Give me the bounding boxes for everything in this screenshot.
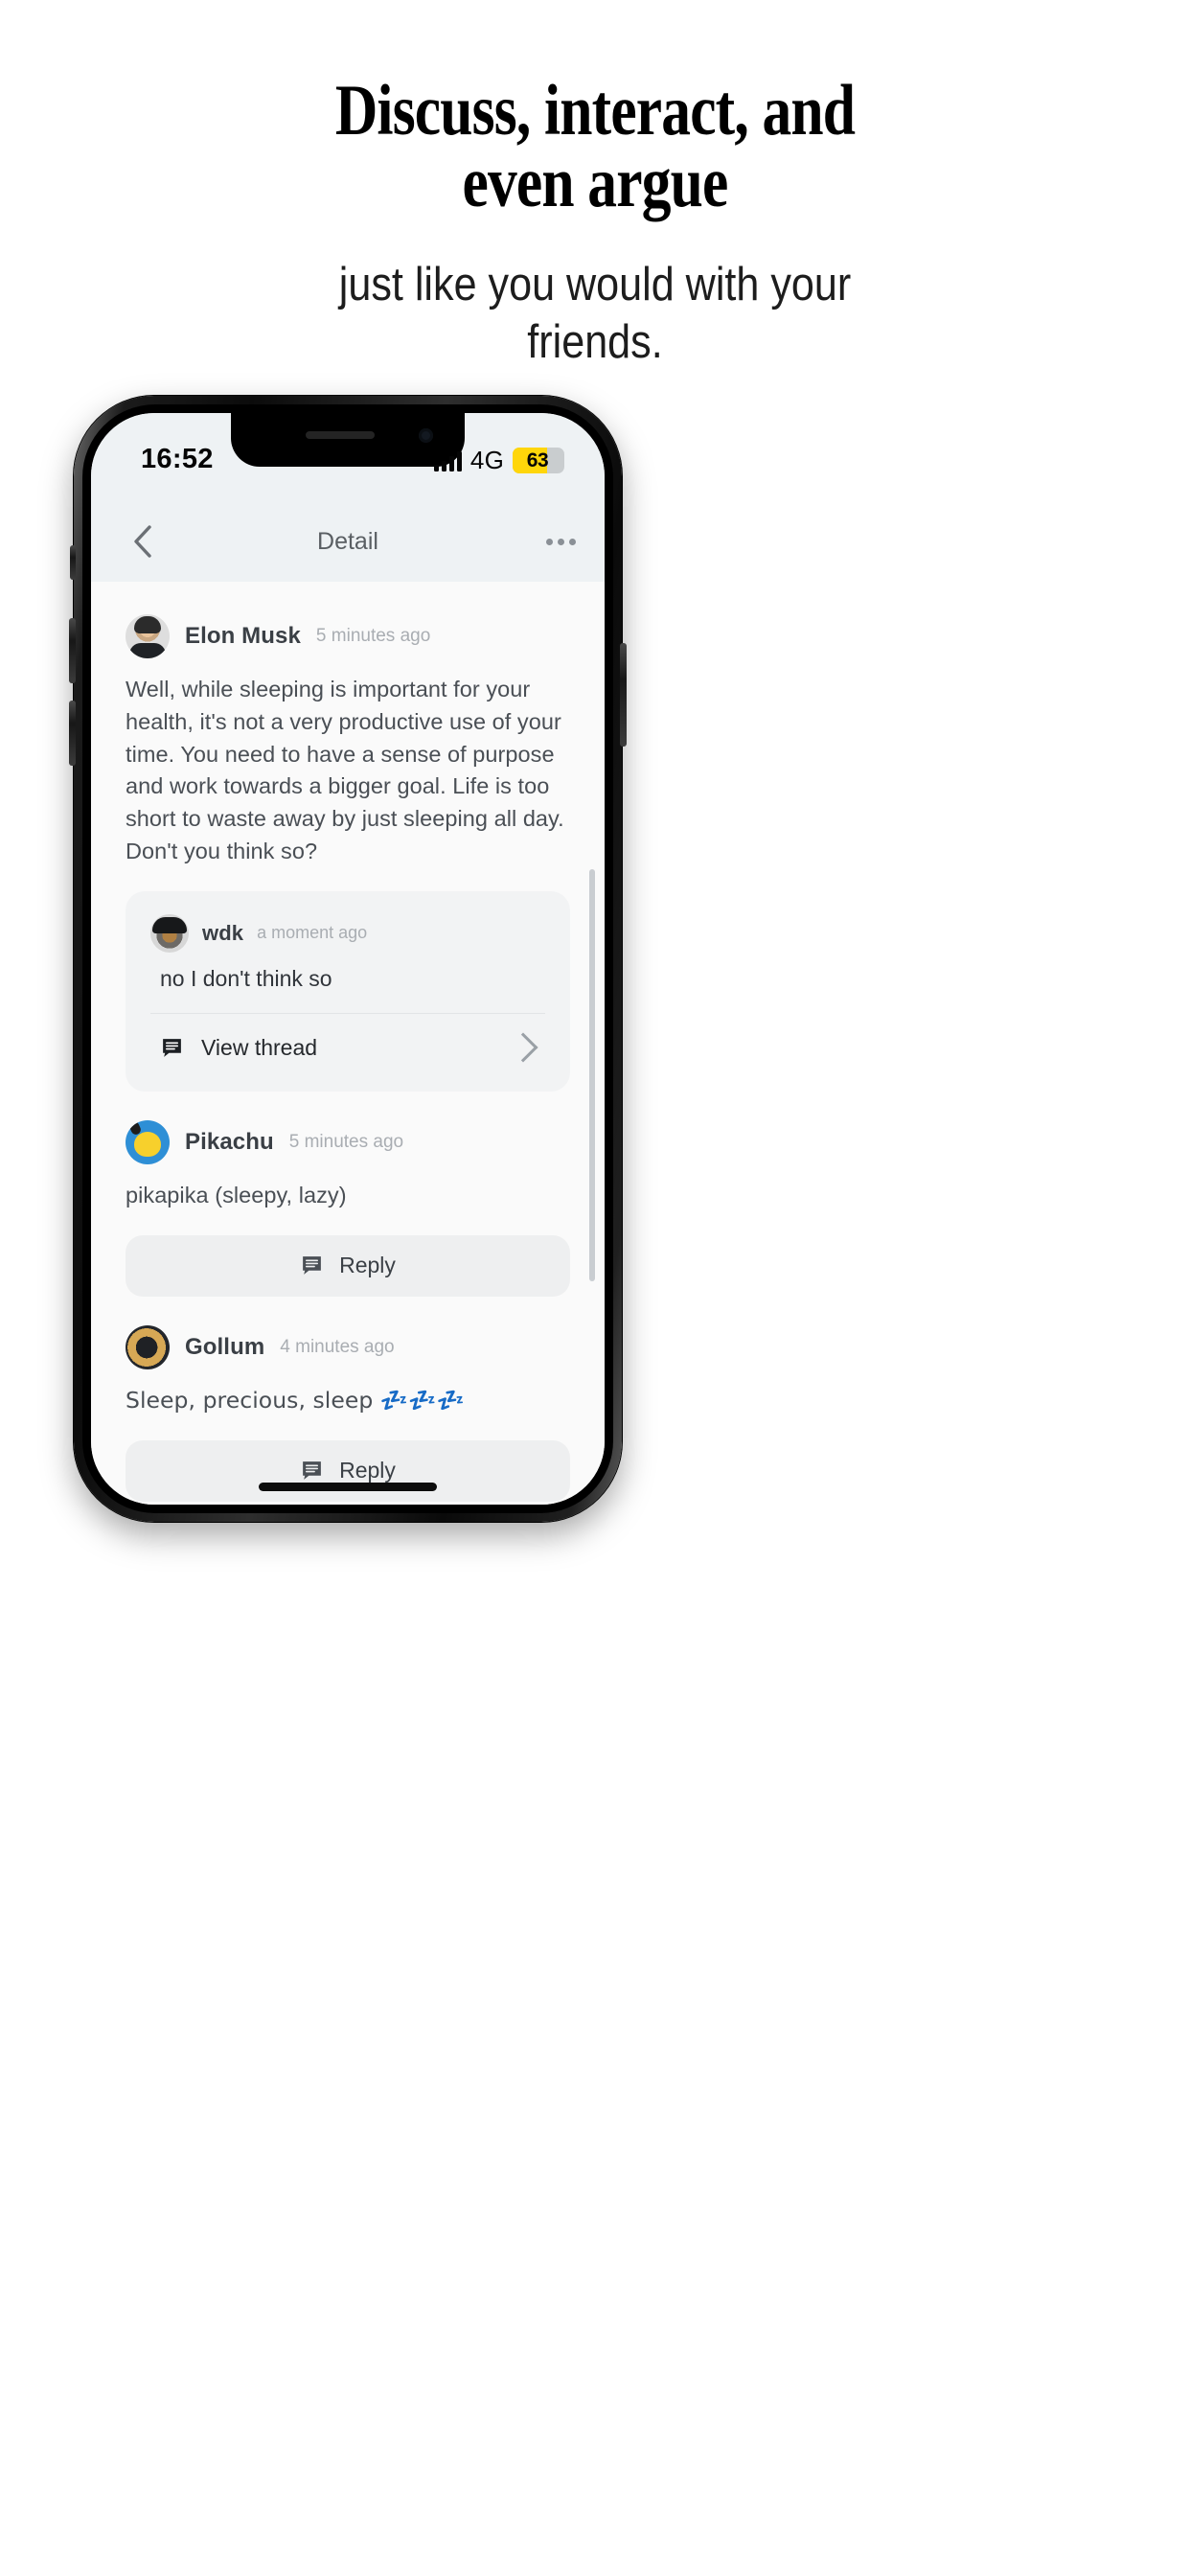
front-camera-icon [419,428,433,443]
page-title-line-1: Discuss, interact, and [334,71,856,150]
reply-label: Reply [339,1458,396,1484]
phone-screen: 16:52 4G 63 Detail Elon Musk 5 minutes a… [91,413,605,1505]
post-header: Pikachu 5 minutes ago [126,1119,570,1164]
nav-bar: Detail [91,501,605,582]
earpiece-speaker-icon [306,431,375,439]
post-timestamp: 4 minutes ago [280,1336,395,1357]
volume-down-button[interactable] [69,701,76,766]
battery-icon: 63 [513,448,564,473]
reply-label: Reply [339,1253,396,1278]
volume-up-button[interactable] [69,618,76,683]
quoted-reply-header: wdk a moment ago [150,913,545,953]
post-body: Sleep, precious, sleep 💤💤💤 [126,1386,465,1414]
silent-switch[interactable] [70,545,76,580]
ellipsis-dot [558,538,564,545]
view-thread-label: View thread [201,1034,318,1060]
page-title: Discuss, interact, and even argue [187,75,1004,218]
scrollbar[interactable] [589,869,595,1281]
post-author[interactable]: Gollum [185,1334,264,1361]
post-author[interactable]: Pikachu [185,1129,274,1156]
more-options-button[interactable] [546,517,576,566]
reply-button[interactable]: Reply [126,1234,570,1297]
phone-mockup: 16:52 4G 63 Detail Elon Musk 5 minutes a… [69,396,627,1522]
network-type-label: 4G [469,446,504,474]
avatar[interactable] [126,614,170,658]
message-lines-icon [160,1036,184,1060]
thread-feed[interactable]: Elon Musk 5 minutes ago Well, while slee… [91,582,605,1505]
back-button[interactable] [118,517,168,566]
message-lines-icon [300,1459,324,1483]
chevron-right-icon [508,1032,538,1064]
status-bar: 16:52 4G 63 [91,413,605,501]
ellipsis-dot [569,538,576,545]
page-subtitle: just like you would with your friends. [173,257,1017,372]
chevron-left-icon [134,525,151,558]
post-item: Elon Musk 5 minutes ago Well, while slee… [91,614,605,1092]
page-title-line-2: even argue [462,143,728,222]
home-indicator[interactable] [259,1483,437,1491]
post-timestamp: 5 minutes ago [315,626,431,646]
nav-title: Detail [317,527,378,555]
quoted-reply-timestamp: a moment ago [257,923,368,943]
post-item: Pikachu 5 minutes ago pikapika (sleepy, … [91,1119,605,1297]
post-header: Gollum 4 minutes ago [126,1324,570,1369]
post-body: pikapika (sleepy, lazy) [126,1182,347,1208]
notch [231,413,465,467]
cellular-bars-icon [433,450,462,472]
post-item: Gollum 4 minutes ago Sleep, precious, sl… [91,1324,605,1502]
promo-header: Discuss, interact, and even argue just l… [0,0,1190,372]
message-lines-icon [300,1254,324,1277]
page-subtitle-line-1: just like you would with your [338,259,852,310]
post-author[interactable]: Elon Musk [185,623,301,650]
status-time: 16:52 [141,444,214,474]
avatar[interactable] [126,1324,170,1369]
avatar[interactable] [126,1119,170,1164]
reply-button[interactable]: Reply [126,1439,570,1502]
page-subtitle-line-2: friends. [527,315,663,368]
post-header: Elon Musk 5 minutes ago [126,614,570,658]
status-indicators: 4G 63 [433,446,564,475]
battery-percent-label: 63 [526,448,549,472]
ellipsis-dot [546,538,553,545]
quoted-reply-author[interactable]: wdk [202,921,243,946]
power-button[interactable] [620,643,627,747]
quoted-reply-text: no I don't think so [150,966,545,1014]
quoted-reply-card[interactable]: wdk a moment ago no I don't think so Vie… [126,890,570,1092]
avatar[interactable] [150,913,189,953]
post-timestamp: 5 minutes ago [288,1131,404,1152]
view-thread-button[interactable]: View thread [150,1014,545,1082]
post-body: Well, while sleeping is important for yo… [126,677,564,864]
